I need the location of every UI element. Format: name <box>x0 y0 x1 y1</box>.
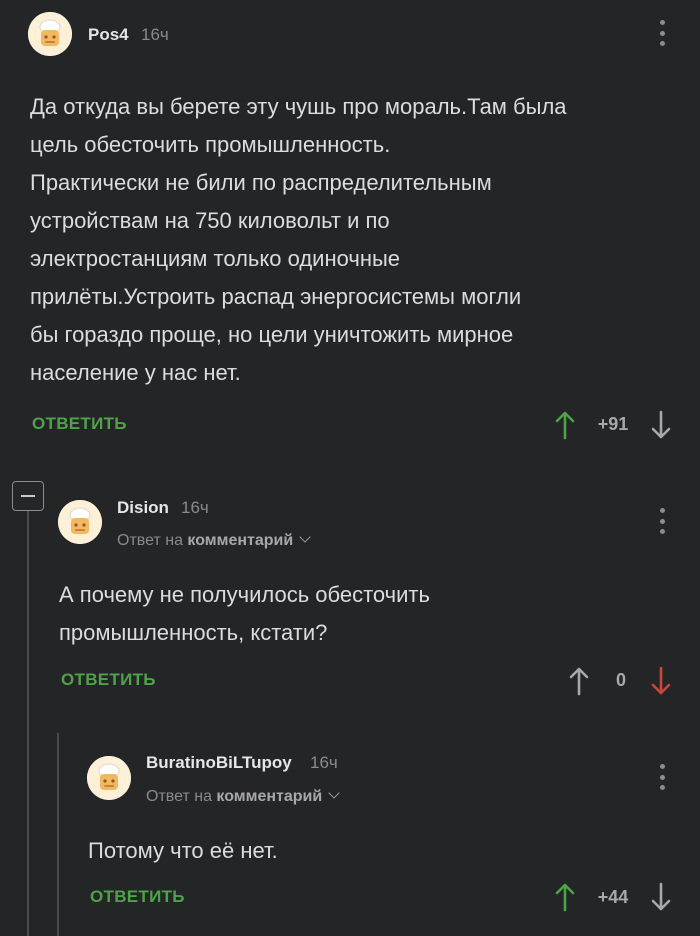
text-line: бы гораздо проще, но цели уничтожить мир… <box>30 322 514 347</box>
avatar-icon[interactable] <box>28 12 72 56</box>
avatar-icon[interactable] <box>58 500 102 544</box>
text-line: электростанциям только одиночные <box>30 246 401 271</box>
comment-text: Да откуда вы берете эту чушь про мораль.… <box>30 88 567 392</box>
downvote-arrow-icon[interactable] <box>650 410 672 440</box>
text-line: население у нас нет. <box>30 360 241 385</box>
comment-time: 16ч <box>181 498 209 517</box>
upvote-arrow-icon[interactable] <box>568 666 590 696</box>
thread-line-level1 <box>27 511 29 936</box>
text-line: цель обесточить промышленность. <box>30 132 391 157</box>
vote-score: +44 <box>597 887 629 907</box>
comment-time: 16ч <box>310 753 338 772</box>
text-line: Практически не били по распределительным <box>30 170 492 195</box>
collapse-minus-icon <box>21 495 35 497</box>
comment-text: А почему не получилось обесточить промыш… <box>59 576 430 652</box>
reply-to-prefix: Ответ на <box>117 532 183 549</box>
downvote-arrow-icon[interactable] <box>650 882 672 912</box>
reply-to-target[interactable]: комментарий <box>187 532 293 549</box>
vote-score: 0 <box>615 670 626 690</box>
kebab-menu-icon[interactable] <box>659 20 665 46</box>
reply-to-prefix: Ответ на <box>146 788 212 805</box>
text-line: промышленность, кстати? <box>59 620 328 645</box>
avatar-icon[interactable] <box>87 756 131 800</box>
reply-button[interactable]: ОТВЕТИТЬ <box>61 670 156 690</box>
reply-to-link[interactable]: Ответ на комментарий <box>117 531 311 550</box>
reply-button[interactable]: ОТВЕТИТЬ <box>90 887 185 907</box>
reply-to-link[interactable]: Ответ на комментарий <box>146 787 340 806</box>
text-line: прилёты.Устроить распад энергосистемы мо… <box>30 284 522 309</box>
chevron-down-icon[interactable] <box>299 531 311 543</box>
comment-username[interactable]: Dision <box>117 498 169 518</box>
downvote-arrow-icon[interactable] <box>650 666 672 696</box>
comment-time: 16ч <box>141 25 169 44</box>
vote-score: +91 <box>597 414 629 434</box>
text-line: Да откуда вы берете эту чушь про мораль.… <box>30 94 567 119</box>
text-line: Потому что её нет. <box>88 838 278 863</box>
kebab-menu-icon[interactable] <box>659 508 665 534</box>
text-line: А почему не получилось обесточить <box>59 582 430 607</box>
upvote-arrow-icon[interactable] <box>554 410 576 440</box>
reply-button[interactable]: ОТВЕТИТЬ <box>32 414 127 434</box>
chevron-down-icon[interactable] <box>328 787 340 799</box>
thread-line-level2 <box>57 733 59 936</box>
reply-to-target[interactable]: комментарий <box>216 788 322 805</box>
comment-username[interactable]: BuratinoBiLTupoy <box>146 753 292 773</box>
collapse-thread-button[interactable] <box>12 481 44 511</box>
text-line: устройствам на 750 киловольт и по <box>30 208 390 233</box>
comment-text: Потому что её нет. <box>88 832 278 870</box>
kebab-menu-icon[interactable] <box>659 764 665 790</box>
upvote-arrow-icon[interactable] <box>554 882 576 912</box>
comment-username[interactable]: Pos4 <box>88 25 129 45</box>
